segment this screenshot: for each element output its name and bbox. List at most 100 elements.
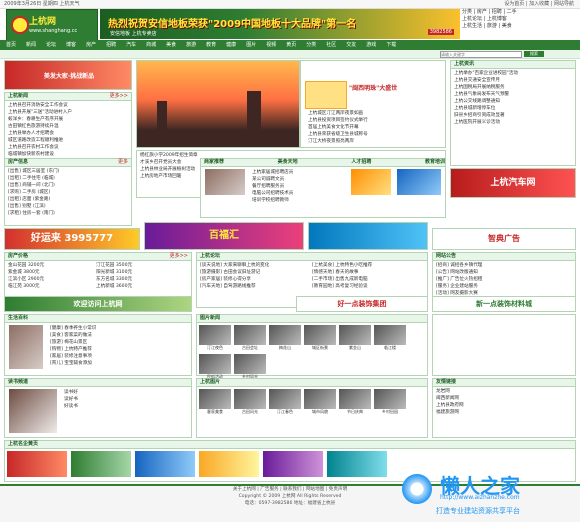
menu-item[interactable]: 旅游 [186, 40, 196, 50]
news-item[interactable]: 蛟洋乡：春耕生产有序开展 [8, 116, 128, 123]
photo-thumb[interactable]: 汀江春色 [269, 389, 301, 415]
life-item[interactable]: [家居] 装修注意事项 [50, 353, 192, 360]
job-item[interactable]: 某公司诚聘文员 [252, 176, 348, 183]
photo-thumb[interactable]: 临江楼 [374, 325, 406, 351]
photo-thumb[interactable]: 城市风貌 [304, 389, 336, 415]
price-row[interactable]: 东方名城 3300元 [96, 276, 184, 283]
price-more[interactable]: 更多>> [170, 253, 188, 260]
link-item[interactable]: 上杭县政府网 [436, 402, 572, 409]
ad-mid-right-2[interactable]: 新一点装饰材料城 [432, 296, 576, 312]
news-item[interactable]: 城区道路改造工程顺利推进 [8, 137, 128, 144]
menu-item[interactable]: 下载 [386, 40, 396, 50]
news-item[interactable]: 古田镇红色旅游持续升温 [8, 123, 128, 130]
top-links[interactable]: 设为首页 | 加入收藏 | 网站导航 [504, 0, 574, 8]
house-item[interactable]: [求购] 二手房 (城区) [8, 189, 128, 196]
info-item[interactable]: 上杭医院开展义诊活动 [454, 119, 572, 126]
menu-item[interactable]: 新闻 [26, 40, 36, 50]
info-item[interactable]: 上杭举办"百家企业进校园"活动 [454, 70, 572, 77]
menu-item[interactable]: 汽车 [126, 40, 136, 50]
link-item[interactable]: 福建旅游网 [436, 409, 572, 416]
ad-strip-2b[interactable] [308, 222, 428, 250]
search-button[interactable]: 搜索 [524, 51, 544, 57]
ad-left-small[interactable]: 欢迎访问上杭网 [4, 296, 192, 312]
menu-item[interactable]: 分类 [306, 40, 316, 50]
header-banner-ad[interactable]: 热烈祝贺安信地板荣获"2009中国地板十大品牌"第一名 安信地板 上杭专卖店 3… [100, 9, 460, 39]
news-item[interactable]: 临城镇加快新农村建设 [8, 151, 128, 158]
life-item[interactable]: [旅游] 梅花山景区 [50, 339, 192, 346]
house-item[interactable]: [出售] 商铺一间 (北门) [8, 182, 128, 189]
news-item[interactable]: 上杭县举办人才招聘会 [8, 130, 128, 137]
photo-thumb[interactable]: 乡村风光 [234, 354, 266, 380]
headline-image[interactable] [305, 81, 347, 109]
menu-item[interactable]: 黄页 [286, 40, 296, 50]
photo-thumb[interactable]: 梅花山 [269, 325, 301, 351]
photo-thumb[interactable]: 紫金山 [339, 325, 371, 351]
quick-links-row-1[interactable]: 分类 | 房产 | 招聘 | 二手 [462, 9, 574, 16]
business-tab[interactable]: 人才招聘 [351, 159, 371, 166]
job-item[interactable]: 上杭家居城招聘店员 [252, 169, 348, 176]
menu-item[interactable]: 交友 [346, 40, 356, 50]
center-news-item[interactable]: 上杭城区汀江两岸夜景如画 [308, 110, 446, 117]
forum-item[interactable]: [房产家居] 装修心得分享 [200, 276, 312, 283]
menu-item[interactable]: 房产 [86, 40, 96, 50]
price-row[interactable]: 紫金城 3800元 [8, 269, 96, 276]
house-item[interactable]: [求租] 住房一套 (南门) [8, 210, 128, 217]
price-row[interactable]: 上杭新城 3600元 [96, 283, 184, 290]
notice-item[interactable]: [服务] 企业建站服务 [436, 283, 572, 290]
menu-item[interactable]: 视频 [266, 40, 276, 50]
link-item[interactable]: 龙岩网 [436, 388, 572, 395]
job-item[interactable]: 餐厅招聘服务员 [252, 183, 348, 190]
menu-item[interactable]: 游戏 [366, 40, 376, 50]
ad-strip-3[interactable]: 智典广告 [432, 228, 576, 250]
info-item[interactable]: 上杭县城新增停车位 [454, 105, 572, 112]
info-item[interactable]: 旧县乡招商引资成效显著 [454, 112, 572, 119]
quick-links-row-3[interactable]: 上杭生活 | 旅游 | 美食 [462, 23, 574, 30]
read-item[interactable]: 读书好 [64, 389, 192, 396]
forum-item[interactable]: [上杭美食] 上杭特色小吃推荐 [312, 262, 424, 269]
house-item[interactable]: [出售] 别墅 (江滨) [8, 203, 128, 210]
menu-item[interactable]: 商城 [146, 40, 156, 50]
info-item[interactable]: 上杭国税局开展纳税服务 [454, 84, 572, 91]
life-item[interactable]: [美食] 客家菜的做法 [50, 332, 192, 339]
yp-logo-3[interactable] [135, 451, 195, 477]
life-item[interactable]: [购物] 上杭特产推荐 [50, 346, 192, 353]
forum-item[interactable]: [旅游摄影] 古田会议旧址游记 [200, 269, 312, 276]
ad-strip-2[interactable]: 百福汇 [144, 222, 304, 250]
news-left-more[interactable]: 更多>> [110, 93, 128, 100]
life-image[interactable] [9, 325, 43, 369]
photo-thumb[interactable]: 民俗活动 [199, 354, 231, 380]
read-item[interactable]: 好读书 [64, 403, 192, 410]
ad-mid-right-1[interactable]: 好一点装饰集团 [296, 296, 428, 312]
menu-item[interactable]: 教育 [206, 40, 216, 50]
info-item[interactable]: 上杭县气象局发布天气预警 [454, 91, 572, 98]
menu-item[interactable]: 健康 [226, 40, 236, 50]
business-tab[interactable]: 教育培训 [425, 159, 445, 166]
photo-thumb[interactable]: 乡村田园 [374, 389, 406, 415]
quick-links-row-2[interactable]: 上杭论坛 | 上杭博客 [462, 16, 574, 23]
photo-thumb[interactable]: 汀江夜色 [199, 325, 231, 351]
menu-item[interactable]: 社区 [326, 40, 336, 50]
photo-thumb[interactable]: 节日庆典 [339, 389, 371, 415]
business-image-2[interactable] [351, 169, 391, 195]
news-item[interactable]: 上杭县召开消防安全工作会议 [8, 102, 128, 109]
forum-item[interactable]: [二手市场] 出售九成新电脑 [312, 276, 424, 283]
menu-item[interactable]: 首页 [6, 40, 16, 50]
house-item[interactable]: [出租] 二手住宅 (临城) [8, 175, 128, 182]
info-item[interactable]: 上杭公交线路调整通知 [454, 98, 572, 105]
link-item[interactable]: 闽西新闻网 [436, 395, 572, 402]
menu-item[interactable]: 美食 [166, 40, 176, 50]
price-row[interactable]: 阳光新城 3100元 [96, 269, 184, 276]
yp-logo-5[interactable] [263, 451, 323, 477]
menu-item[interactable]: 招聘 [106, 40, 116, 50]
photo-thumb[interactable]: 城区街景 [304, 325, 336, 351]
notice-item[interactable]: [招商] 诚招各乡镇代理 [436, 262, 572, 269]
ad-right-car[interactable]: 上杭汽车网 [450, 168, 576, 198]
yp-logo-6[interactable] [327, 451, 387, 477]
yp-logo-1[interactable] [7, 451, 67, 477]
price-row[interactable]: 汀江花园 3500元 [96, 262, 184, 269]
center-news-item[interactable]: 首届上杭美食文化节开幕 [308, 124, 446, 131]
notice-item[interactable]: [公告] 网站改版通知 [436, 269, 572, 276]
forum-item[interactable]: [汽车天地] 自驾游路线推荐 [200, 283, 312, 290]
house-item[interactable]: [出售] 城区三居室 (东门) [8, 168, 128, 175]
ad-top-left[interactable]: 美发大家·挑战新品 [4, 60, 132, 90]
